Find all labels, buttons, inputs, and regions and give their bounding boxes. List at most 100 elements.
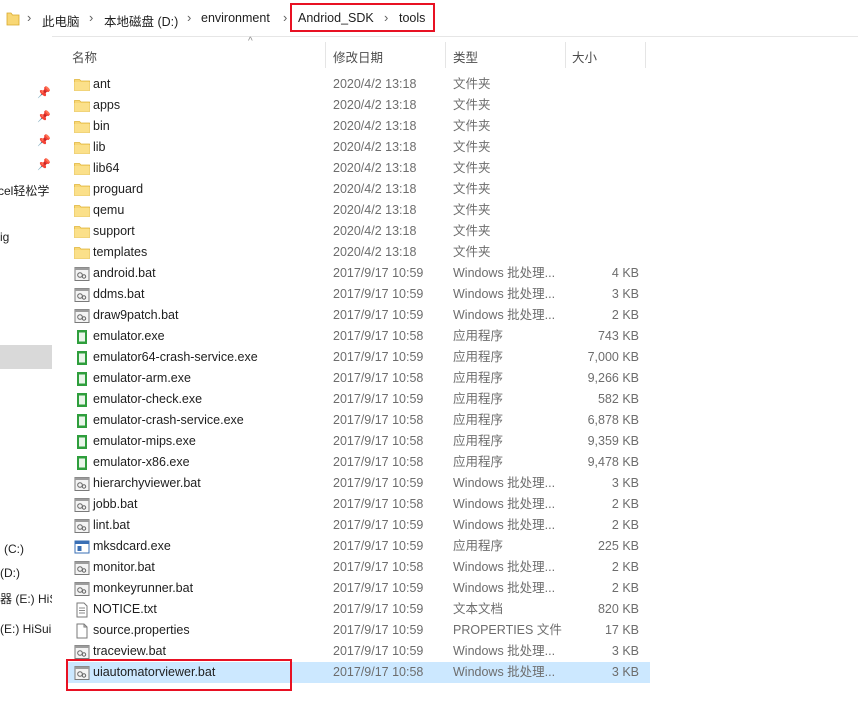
file-name[interactable]: emulator-arm.exe [93,368,191,389]
breadcrumb-separator-icon[interactable]: › [187,10,191,25]
file-row[interactable]: ant 2020/4/2 13:18 文件夹 [58,74,858,95]
file-name[interactable]: support [93,221,135,242]
file-row[interactable]: android.bat 2017/9/17 10:59 Windows 批处理...… [58,263,858,284]
file-name[interactable]: qemu [93,200,124,221]
file-size: 2 KB [611,560,639,574]
column-divider[interactable] [645,42,646,68]
file-row[interactable]: source.properties 2017/9/17 10:59 PROPERTI… [58,620,858,641]
file-type: 文件夹 [453,161,491,175]
file-name[interactable]: templates [93,242,147,263]
file-name[interactable]: source.properties [93,620,190,641]
file-type: 文件夹 [453,224,491,238]
file-modified-date: 2017/9/17 10:58 [333,665,424,679]
file-row[interactable]: emulator-mips.exe 2017/9/17 10:58 应用程序 9,35… [58,431,858,452]
breadcrumb-environment[interactable]: environment [201,11,270,25]
address-bar[interactable]: › 此电脑 › 本地磁盘 (D:) › environment › Andrio… [0,0,858,37]
breadcrumb-this-pc[interactable]: 此电脑 [42,11,80,30]
nav-item-drive-e[interactable]: 器 (E:) HiS [0,590,52,607]
breadcrumb-separator-icon[interactable]: › [27,10,31,25]
file-row[interactable]: lib 2020/4/2 13:18 文件夹 [58,137,858,158]
android-exe-icon [74,413,90,429]
pin-icon[interactable]: 📌 [37,86,51,99]
nav-selected-item[interactable] [0,345,52,369]
file-size: 3 KB [611,287,639,301]
file-name[interactable]: bin [93,116,110,137]
file-name[interactable]: proguard [93,179,143,200]
file-row[interactable]: lint.bat 2017/9/17 10:59 Windows 批处理... 2 K… [58,515,858,536]
file-name[interactable]: jobb.bat [93,494,137,515]
file-row[interactable]: hierarchyviewer.bat 2017/9/17 10:59 Window… [58,473,858,494]
file-row[interactable]: emulator-arm.exe 2017/9/17 10:58 应用程序 9,266… [58,368,858,389]
file-row[interactable]: mksdcard.exe 2017/9/17 10:59 应用程序 225 KB [58,536,858,557]
file-name[interactable]: emulator-mips.exe [93,431,196,452]
file-row[interactable]: templates 2020/4/2 13:18 文件夹 [58,242,858,263]
pin-icon[interactable]: 📌 [37,110,51,123]
file-name[interactable]: emulator-check.exe [93,389,202,410]
file-row[interactable]: draw9patch.bat 2017/9/17 10:59 Windows 批处理… [58,305,858,326]
file-row[interactable]: monitor.bat 2017/9/17 10:58 Windows 批处理...… [58,557,858,578]
file-type: 应用程序 [453,413,504,427]
column-divider[interactable] [445,42,446,68]
nav-item-quick-access[interactable]: cel轻松学 [0,182,49,199]
annotation-highlight-box [66,659,292,691]
navigation-pane[interactable]: 📌 📌 📌 📌 cel轻松学 ig (C:) (D:) 器 (E:) HiS (… [0,36,52,711]
file-name[interactable]: draw9patch.bat [93,305,178,326]
file-row[interactable]: emulator.exe 2017/9/17 10:58 应用程序 743 KB [58,326,858,347]
nav-item-quick-access[interactable]: ig [0,230,9,244]
file-row[interactable]: emulator-crash-service.exe 2017/9/17 10:5… [58,410,858,431]
file-name[interactable]: lib [93,137,106,158]
nav-item-drive-d[interactable]: (D:) [0,566,20,580]
file-name[interactable]: emulator64-crash-service.exe [93,347,258,368]
file-row[interactable]: lib64 2020/4/2 13:18 文件夹 [58,158,858,179]
file-row[interactable]: apps 2020/4/2 13:18 文件夹 [58,95,858,116]
file-modified-date: 2017/9/17 10:58 [333,560,424,574]
file-name[interactable]: ddms.bat [93,284,144,305]
column-divider[interactable] [565,42,566,68]
file-size: 225 KB [597,539,639,553]
file-modified-date: 2017/9/17 10:59 [333,539,424,553]
file-name[interactable]: ant [93,74,110,95]
file-name[interactable]: android.bat [93,263,156,284]
folder-icon [74,119,90,135]
file-row[interactable]: support 2020/4/2 13:18 文件夹 [58,221,858,242]
file-name[interactable]: emulator-x86.exe [93,452,190,473]
file-name[interactable]: lib64 [93,158,119,179]
column-divider[interactable] [325,42,326,68]
file-size: 3 KB [611,665,639,679]
file-modified-date: 2017/9/17 10:59 [333,581,424,595]
file-row[interactable]: ddms.bat 2017/9/17 10:59 Windows 批处理... 3 K… [58,284,858,305]
file-row[interactable]: proguard 2020/4/2 13:18 文件夹 [58,179,858,200]
file-type: 文件夹 [453,182,491,196]
breadcrumb-separator-icon[interactable]: › [283,10,287,25]
file-name[interactable]: NOTICE.txt [93,599,157,620]
file-row[interactable]: emulator64-crash-service.exe 2017/9/17 10… [58,347,858,368]
file-row[interactable]: monkeyrunner.bat 2017/9/17 10:59 Windows 批… [58,578,858,599]
file-name[interactable]: hierarchyviewer.bat [93,473,201,494]
file-row[interactable]: NOTICE.txt 2017/9/17 10:59 文本文档 820 KB [58,599,858,620]
text-file-icon [74,602,90,618]
pin-icon[interactable]: 📌 [37,134,51,147]
batch-file-icon [74,518,90,534]
file-name[interactable]: monitor.bat [93,557,155,578]
breadcrumb-separator-icon[interactable]: › [89,10,93,25]
breadcrumb-drive-d[interactable]: 本地磁盘 (D:) [104,11,178,30]
file-name[interactable]: monkeyrunner.bat [93,578,193,599]
file-row[interactable]: emulator-check.exe 2017/9/17 10:59 应用程序 582… [58,389,858,410]
file-row[interactable]: jobb.bat 2017/9/17 10:58 Windows 批处理... 2 K… [58,494,858,515]
file-row[interactable]: emulator-x86.exe 2017/9/17 10:58 应用程序 9,478… [58,452,858,473]
nav-item-drive-c[interactable]: (C:) [4,542,24,556]
file-row[interactable]: qemu 2020/4/2 13:18 文件夹 [58,200,858,221]
android-exe-icon [74,350,90,366]
file-name[interactable]: emulator.exe [93,326,165,347]
column-header-date[interactable]: 修改日期 [333,47,383,66]
file-name[interactable]: mksdcard.exe [93,536,171,557]
file-row[interactable]: bin 2020/4/2 13:18 文件夹 [58,116,858,137]
nav-item-drive-e-2[interactable]: (E:) HiSui [0,622,51,636]
column-header-type[interactable]: 类型 [453,47,478,66]
file-name[interactable]: apps [93,95,120,116]
pin-icon[interactable]: 📌 [37,158,51,171]
file-name[interactable]: emulator-crash-service.exe [93,410,244,431]
column-header-name[interactable]: 名称 [72,47,97,66]
file-name[interactable]: lint.bat [93,515,130,536]
column-header-size[interactable]: 大小 [572,47,597,66]
